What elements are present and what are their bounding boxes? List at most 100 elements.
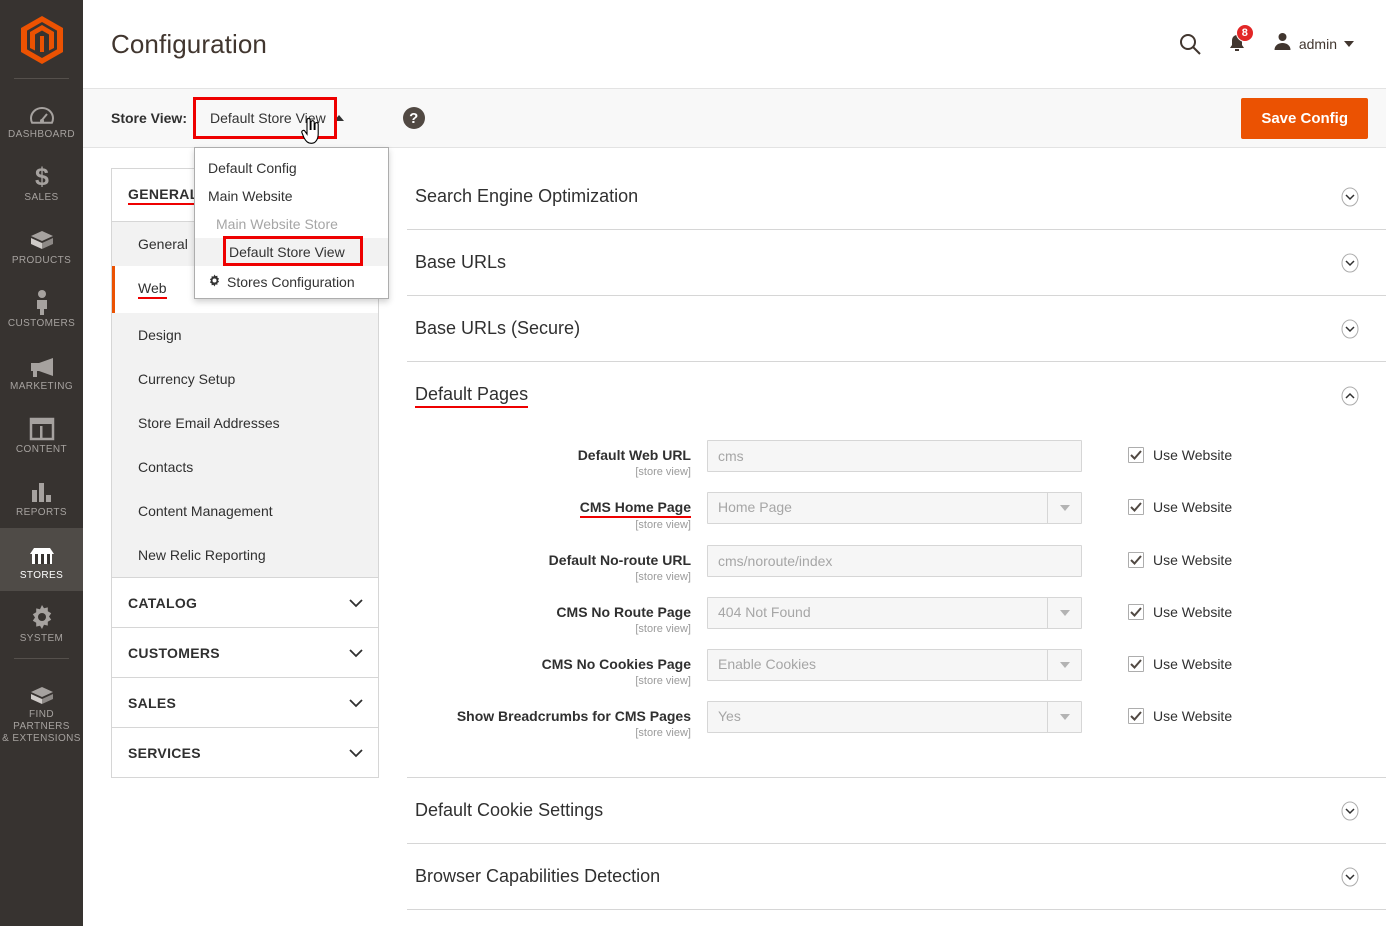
cfg-group-title-customers[interactable]: CUSTOMERS: [112, 628, 378, 677]
cfg-group-title-sales[interactable]: SALES: [112, 678, 378, 727]
chevron-down-icon: [349, 595, 363, 611]
section-header-default-pages[interactable]: Default Pages: [407, 362, 1386, 430]
cfg-group-title-catalog[interactable]: CATALOG: [112, 578, 378, 627]
inherit-toggle-cms-home-page[interactable]: Use Website: [1128, 492, 1232, 515]
default-web-url-input[interactable]: [707, 440, 1082, 472]
use-website-label: Use Website: [1153, 604, 1233, 620]
dropdown-item-main-website[interactable]: Main Website: [195, 182, 388, 210]
use-website-checkbox[interactable]: [1128, 552, 1144, 568]
cms-no-route-page-select[interactable]: 404 Not Found: [707, 597, 1082, 629]
sidebar-item-label: SYSTEM: [19, 633, 64, 644]
field-scope: [store view]: [635, 519, 691, 531]
cfg-item-label: Design: [138, 327, 182, 343]
person-icon: [33, 285, 51, 315]
field-control: Yes: [707, 701, 1082, 733]
sidebar-item-label: REPORTS: [16, 507, 67, 518]
cfg-item-new-relic-reporting[interactable]: New Relic Reporting: [112, 533, 378, 577]
use-website-checkbox[interactable]: [1128, 656, 1144, 672]
admin-user-menu[interactable]: admin: [1273, 32, 1354, 56]
dropdown-item-default-config[interactable]: Default Config: [195, 154, 388, 182]
sidebar-item-stores[interactable]: STORES: [0, 528, 83, 591]
cms-no-cookies-page-select[interactable]: Enable Cookies: [707, 649, 1082, 681]
chevron-down-circle-icon[interactable]: [1340, 187, 1360, 207]
sidebar-item-system[interactable]: SYSTEM: [0, 591, 83, 654]
dropdown-group-main-website-store: Main Website Store: [216, 216, 338, 232]
cfg-group-label: SALES: [128, 695, 177, 711]
inherit-toggle-cms-no-cookies-page[interactable]: Use Website: [1128, 649, 1232, 672]
chevron-down-circle-icon[interactable]: [1340, 801, 1360, 821]
section-header-base-urls[interactable]: Base URLs: [407, 230, 1386, 295]
store-view-label: Store View:: [111, 110, 187, 126]
use-website-checkbox[interactable]: [1128, 499, 1144, 515]
field-row-cms-no-cookies-page: CMS No Cookies Page [store view] Enable …: [407, 649, 1386, 687]
inherit-toggle-default-web-url[interactable]: Use Website: [1128, 440, 1232, 463]
chevron-down-circle-icon[interactable]: [1340, 253, 1360, 273]
page-title: Configuration: [111, 28, 267, 59]
use-website-checkbox[interactable]: [1128, 708, 1144, 724]
show-breadcrumbs-select[interactable]: Yes: [707, 701, 1082, 733]
section-header-default-cookie-settings[interactable]: Default Cookie Settings: [407, 778, 1386, 843]
sidebar-item-products[interactable]: PRODUCTS: [0, 213, 83, 276]
cfg-group-title-services[interactable]: SERVICES: [112, 728, 378, 777]
field-label-block: CMS No Cookies Page [store view]: [407, 649, 707, 687]
field-control: 404 Not Found: [707, 597, 1082, 629]
save-config-button[interactable]: Save Config: [1241, 97, 1368, 139]
sidebar-item-customers[interactable]: CUSTOMERS: [0, 276, 83, 339]
cfg-item-store-email-addresses[interactable]: Store Email Addresses: [112, 401, 378, 445]
chevron-down-circle-icon[interactable]: [1340, 319, 1360, 339]
dropdown-item-stores-configuration[interactable]: Stores Configuration: [195, 266, 388, 298]
sidebar-item-marketing[interactable]: MARKETING: [0, 339, 83, 402]
page-header: Configuration 8 admin: [83, 0, 1386, 88]
user-avatar-icon: [1273, 32, 1292, 56]
gear-icon: [208, 274, 221, 290]
dropdown-item-label: Stores Configuration: [227, 274, 355, 290]
section-body-default-pages: Default Web URL [store view] Use Websi: [407, 430, 1386, 777]
section-title: Base URLs (Secure): [415, 318, 581, 338]
field-label: Default No-route URL: [548, 552, 691, 568]
sidebar-item-find-partners-extensions[interactable]: FIND PARTNERS & EXTENSIONS: [0, 667, 83, 754]
magento-logo-icon[interactable]: [19, 14, 65, 66]
dashboard-gauge-icon: [29, 96, 55, 126]
svg-text:$: $: [35, 163, 49, 189]
store-switcher-bar: Store View: Default Store View Default C…: [83, 88, 1386, 299]
cfg-item-design[interactable]: Design: [112, 313, 378, 357]
section-header-base-urls-secure[interactable]: Base URLs (Secure): [407, 296, 1386, 361]
section-header-search-engine-optimization[interactable]: Search Engine Optimization: [407, 164, 1386, 229]
header-actions: 8 admin: [1179, 24, 1368, 56]
select-value: Home Page: [718, 499, 792, 515]
cfg-item-content-management[interactable]: Content Management: [112, 489, 378, 533]
store-view-switcher-button[interactable]: Default Store View: [201, 105, 353, 131]
section-default-pages: Default Pages Default Web URL [store vie…: [407, 362, 1386, 778]
use-website-label: Use Website: [1153, 499, 1233, 515]
use-website-checkbox[interactable]: [1128, 604, 1144, 620]
select-value: Yes: [718, 708, 741, 724]
section-header-browser-capabilities-detection[interactable]: Browser Capabilities Detection: [407, 844, 1386, 909]
sidebar-item-sales[interactable]: $ SALES: [0, 150, 83, 213]
question-mark-icon[interactable]: ?: [402, 107, 425, 129]
inherit-toggle-show-breadcrumbs[interactable]: Use Website: [1128, 701, 1232, 724]
field-control: Home Page: [707, 492, 1082, 524]
chevron-down-circle-icon[interactable]: [1340, 867, 1360, 887]
notifications-bell-icon[interactable]: 8: [1227, 24, 1254, 55]
cfg-item-label: Content Management: [138, 503, 273, 519]
inherit-toggle-cms-no-route-page[interactable]: Use Website: [1128, 597, 1232, 620]
inherit-toggle-default-no-route-url[interactable]: Use Website: [1128, 545, 1232, 568]
cfg-item-currency-setup[interactable]: Currency Setup: [112, 357, 378, 401]
use-website-checkbox[interactable]: [1128, 447, 1144, 463]
sidebar-item-reports[interactable]: REPORTS: [0, 465, 83, 528]
select-value: Enable Cookies: [718, 656, 817, 672]
cms-home-page-select[interactable]: Home Page: [707, 492, 1082, 524]
cfg-item-contacts[interactable]: Contacts: [112, 445, 378, 489]
field-label-block: CMS Home Page [store view]: [407, 492, 707, 531]
default-no-route-url-input[interactable]: [707, 545, 1082, 577]
sidebar-item-content[interactable]: CONTENT: [0, 402, 83, 465]
field-label-block: Show Breadcrumbs for CMS Pages [store vi…: [407, 701, 707, 739]
caret-up-icon: [333, 115, 344, 121]
cfg-group-label: CATALOG: [128, 595, 198, 611]
sidebar-item-dashboard[interactable]: DASHBOARD: [0, 87, 83, 150]
chevron-down-icon: [1047, 598, 1081, 628]
chevron-up-circle-icon[interactable]: [1340, 386, 1360, 406]
dropdown-item-default-store-view[interactable]: Default Store View: [195, 238, 388, 266]
section-title: Default Cookie Settings: [415, 800, 604, 820]
search-icon[interactable]: [1179, 33, 1201, 55]
